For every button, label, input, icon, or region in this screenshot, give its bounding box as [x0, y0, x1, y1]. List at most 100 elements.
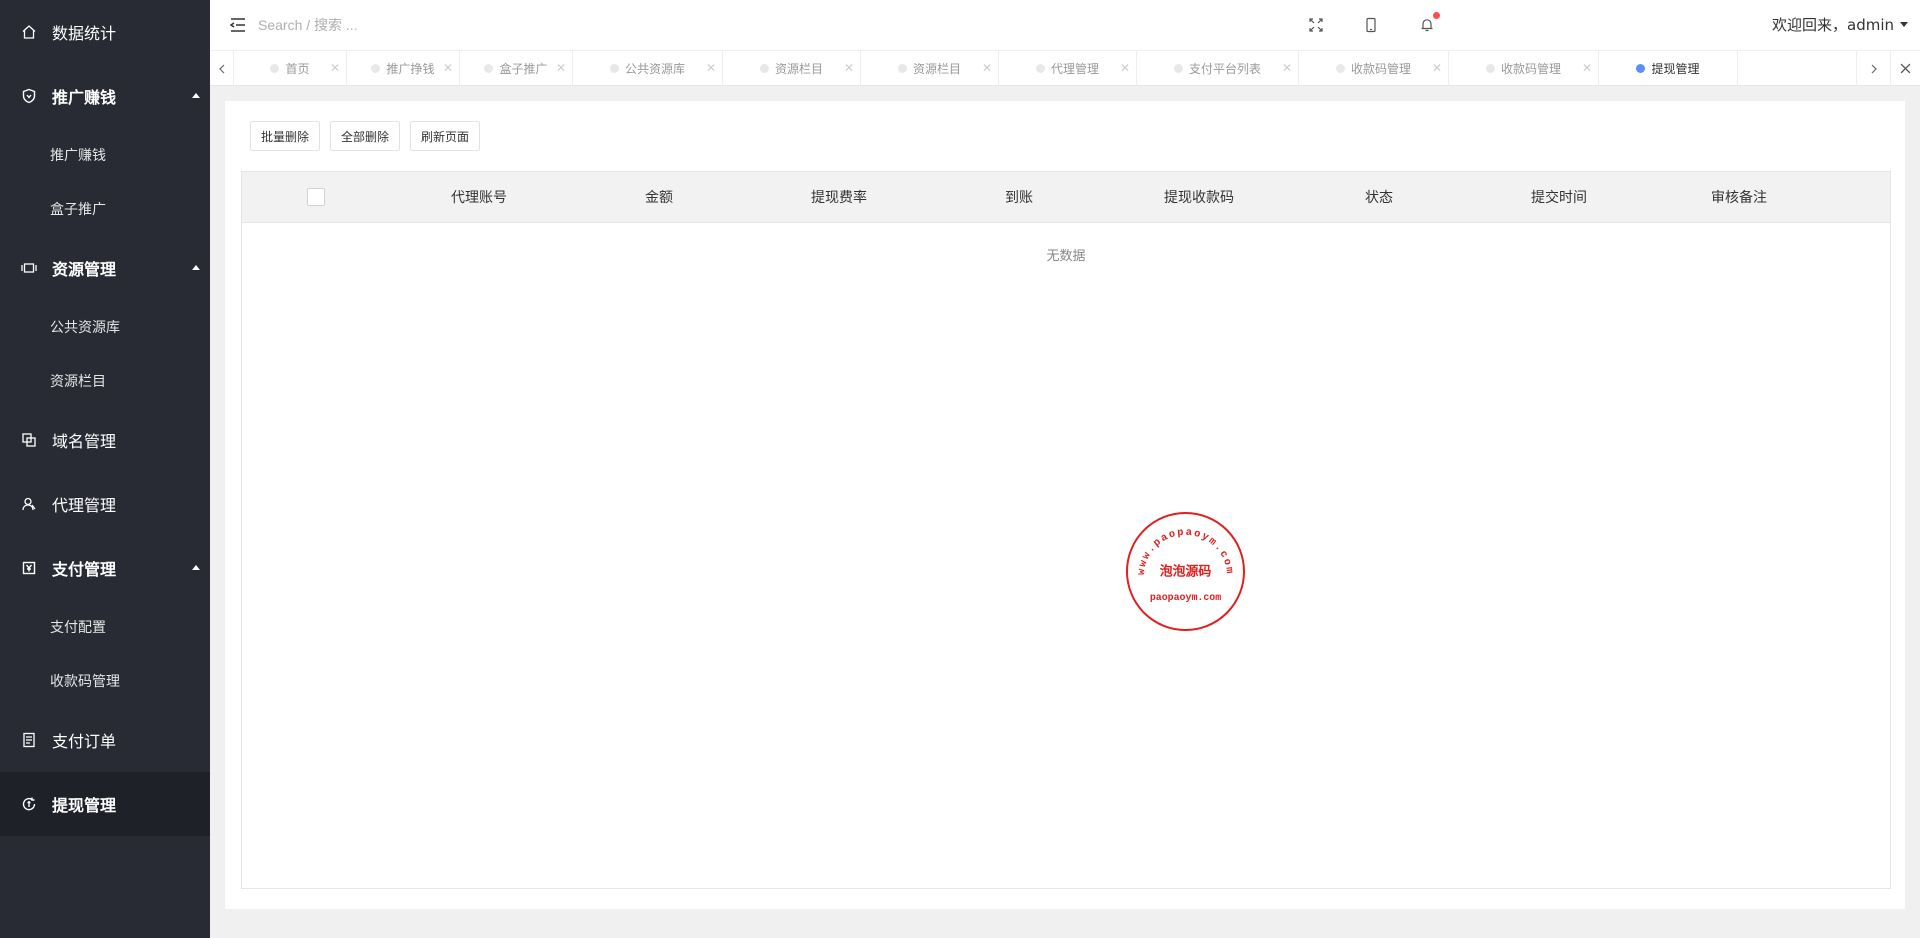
tab-dot: [1335, 64, 1345, 73]
caret-down-icon: [1900, 22, 1909, 27]
close-all-tabs-icon[interactable]: [1890, 51, 1920, 86]
fullscreen-icon[interactable]: [1306, 15, 1326, 35]
close-icon[interactable]: ✕: [982, 62, 992, 74]
user-greeting: 欢迎回来，admin: [1772, 16, 1895, 34]
tab-dot: [270, 64, 280, 73]
select-all-checkbox[interactable]: [306, 188, 325, 206]
sidebar-item-withdrawals[interactable]: 提现管理: [0, 772, 210, 836]
sidebar-item-label: 支付管理: [52, 560, 117, 579]
tabs-scroll-right-icon[interactable]: [1856, 51, 1890, 86]
resource-icon: [20, 259, 38, 277]
tab-resource-columns[interactable]: 资源栏目 ✕: [861, 51, 999, 85]
tab-agents[interactable]: 代理管理 ✕: [999, 51, 1137, 85]
close-icon[interactable]: ✕: [1582, 62, 1592, 74]
agent-icon: [20, 495, 38, 513]
sidebar-subitem-resource-columns[interactable]: 资源栏目: [0, 354, 210, 408]
close-icon[interactable]: ✕: [556, 62, 566, 74]
sidebar-item-promotion[interactable]: 推广赚钱: [0, 64, 210, 128]
close-icon[interactable]: ✕: [1432, 62, 1442, 74]
column-header-status: 状态: [1365, 190, 1393, 206]
tab-label: 支付平台列表: [1188, 62, 1261, 76]
sidebar-item-orders[interactable]: 支付订单: [0, 708, 210, 772]
menu-collapse-icon[interactable]: [228, 15, 248, 35]
column-header-submit-time: 提交时间: [1531, 190, 1587, 206]
tab-label: 代理管理: [1050, 62, 1099, 76]
sidebar-item-label: 支付订单: [52, 732, 117, 751]
tab-label: 收款码管理: [1500, 62, 1561, 76]
watermark-bottom-text: paopaoym.com: [1150, 592, 1221, 603]
toolbar: 批量删除 全部删除 刷新页面: [250, 121, 490, 151]
column-header-agent-account: 代理账号: [451, 190, 507, 206]
close-icon[interactable]: ✕: [1120, 62, 1130, 74]
sidebar: 数据统计 推广赚钱 推广赚钱 盒子推广 资源管理 公共资源库 资源栏目 域名管理…: [0, 0, 210, 938]
tab-label: 首页: [285, 62, 310, 76]
refresh-page-button[interactable]: 刷新页面: [410, 121, 481, 151]
withdrawals-table: 代理账号 金额 提现费率 到账 提现收款码 状态 提交时间 审核备注 无数据: [241, 171, 1891, 889]
tab-box-promotion[interactable]: 盒子推广 ✕: [460, 51, 573, 85]
sidebar-subitem-public-library[interactable]: 公共资源库: [0, 300, 210, 354]
sidebar-subitem-promotion-earn[interactable]: 推广赚钱: [0, 128, 210, 182]
user-menu[interactable]: 欢迎回来，admin: [1772, 14, 1909, 35]
tabs-scroll-left-icon[interactable]: [210, 51, 234, 86]
sidebar-item-label: 提现管理: [52, 796, 117, 815]
column-header-received: 到账: [1005, 190, 1033, 206]
sidebar-subitem-payment-config[interactable]: 支付配置: [0, 600, 210, 654]
caret-up-icon: [192, 565, 200, 570]
bell-icon[interactable]: [1417, 12, 1440, 35]
close-icon[interactable]: ✕: [844, 62, 854, 74]
tab-resource-columns[interactable]: 资源栏目 ✕: [723, 51, 861, 85]
tab-home[interactable]: 首页 ✕: [234, 51, 347, 85]
table-header: 代理账号 金额 提现费率 到账 提现收款码 状态 提交时间 审核备注: [242, 172, 1890, 223]
select-all-cell: [242, 172, 389, 222]
tab-dot: [897, 64, 907, 73]
tab-promotion-earn[interactable]: 推广挣钱 ✕: [347, 51, 460, 85]
sidebar-item-dashboard[interactable]: 数据统计: [0, 0, 210, 64]
sidebar-item-label: 域名管理: [52, 432, 117, 451]
tab-dot: [759, 64, 769, 73]
tab-label: 推广挣钱: [386, 62, 435, 76]
sidebar-item-label: 推广赚钱: [52, 88, 117, 107]
close-icon[interactable]: ✕: [330, 62, 340, 74]
tab-qrcode-management[interactable]: 收款码管理 ✕: [1299, 51, 1449, 85]
sidebar-item-resources[interactable]: 资源管理: [0, 236, 210, 300]
column-header-fee-rate: 提现费率: [811, 190, 867, 206]
tab-public-library[interactable]: 公共资源库 ✕: [573, 51, 723, 85]
tabs-list: 首页 ✕ 推广挣钱 ✕ 盒子推广 ✕ 公共资源库 ✕ 资源栏目 ✕ 资源栏目 ✕ 代理管理 ✕…: [234, 51, 1856, 85]
mobile-icon[interactable]: [1361, 15, 1381, 35]
tab-dot: [371, 64, 381, 73]
batch-delete-button[interactable]: 批量删除: [250, 121, 321, 151]
sidebar-item-payment[interactable]: 支付管理: [0, 536, 210, 600]
tab-qrcode-management[interactable]: 收款码管理 ✕: [1449, 51, 1599, 85]
column-header-review-note: 审核备注: [1711, 190, 1767, 206]
sidebar-subitem-qrcode-management[interactable]: 收款码管理: [0, 654, 210, 708]
tab-payment-platforms[interactable]: 支付平台列表 ✕: [1137, 51, 1299, 85]
sidebar-subitem-box-promotion[interactable]: 盒子推广: [0, 182, 210, 236]
shield-icon: [20, 87, 38, 105]
home-icon: [20, 23, 38, 41]
tab-label: 资源栏目: [912, 62, 961, 76]
close-icon[interactable]: ✕: [706, 62, 716, 74]
sidebar-item-domains[interactable]: 域名管理: [0, 408, 210, 472]
tab-dot: [1173, 64, 1183, 73]
tab-label: 收款码管理: [1350, 62, 1411, 76]
order-icon: [20, 731, 38, 749]
delete-all-button[interactable]: 全部删除: [330, 121, 401, 151]
close-icon[interactable]: ✕: [443, 62, 453, 74]
search-input[interactable]: [258, 12, 498, 38]
payment-icon: [20, 559, 38, 577]
top-header: 欢迎回来，admin: [210, 0, 1920, 50]
watermark-stamp: www.paopaoym.com 泡泡源码 paopaoym.com: [1125, 511, 1246, 632]
tab-label: 资源栏目: [774, 62, 823, 76]
tabs-bar: 首页 ✕ 推广挣钱 ✕ 盒子推广 ✕ 公共资源库 ✕ 资源栏目 ✕ 资源栏目 ✕ 代理管理 ✕…: [210, 50, 1920, 86]
sidebar-item-agents[interactable]: 代理管理: [0, 472, 210, 536]
tab-label: 盒子推广: [499, 62, 548, 76]
tab-dot: [1636, 64, 1646, 73]
column-header-payout-qrcode: 提现收款码: [1164, 190, 1234, 206]
tab-dot: [1485, 64, 1495, 73]
empty-state-text: 无数据: [1046, 249, 1086, 264]
tab-withdrawals[interactable]: 提现管理: [1599, 51, 1738, 85]
close-icon[interactable]: ✕: [1282, 62, 1292, 74]
sidebar-item-label: 代理管理: [52, 496, 117, 515]
notification-dot: [1433, 12, 1440, 19]
tab-label: 公共资源库: [624, 62, 685, 76]
